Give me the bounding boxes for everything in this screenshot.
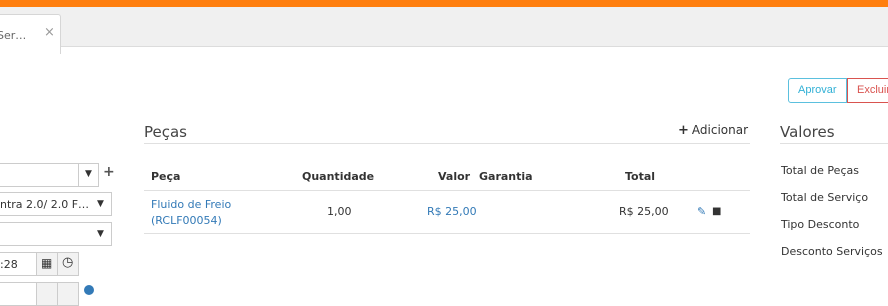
values-title: Valores — [780, 123, 835, 141]
col-part: Peça — [151, 170, 181, 183]
caret-down-icon: ▼ — [97, 199, 104, 209]
part-quantity: 1,00 — [327, 205, 352, 218]
col-warranty: Garantia — [479, 170, 533, 183]
model-select[interactable]: ntra 2.0/ 2.0 F… ▼ — [0, 192, 112, 216]
table-header-divider — [144, 190, 750, 191]
time-input-2[interactable] — [0, 282, 37, 306]
approve-button[interactable]: Aprovar — [788, 78, 847, 103]
col-value: Valor — [438, 170, 471, 183]
tab-label: Ser… — [0, 29, 27, 42]
pencil-icon[interactable]: ✎ — [697, 205, 706, 218]
calendar-button[interactable]: ▦ — [36, 252, 58, 276]
vehicle-select[interactable] — [0, 163, 79, 187]
table-row-divider — [144, 233, 750, 234]
add-vehicle-icon[interactable]: + — [103, 164, 115, 180]
type-select[interactable]: ▼ — [0, 222, 112, 246]
clock-button-2[interactable] — [57, 282, 79, 306]
info-icon[interactable] — [84, 285, 94, 295]
discount-type-label: Tipo Desconto — [781, 218, 860, 231]
col-total: Total — [625, 170, 656, 183]
part-name-link[interactable]: Fluido de Freio (RCLF00054) — [151, 197, 231, 229]
total-parts-label: Total de Peças — [781, 164, 859, 177]
calendar-icon: ▦ — [41, 256, 53, 270]
tab-service[interactable]: Ser… × — [0, 14, 61, 54]
tab-strip: Ser… × — [0, 7, 888, 54]
parts-title-divider — [144, 143, 750, 144]
total-service-label: Total de Serviço — [781, 191, 869, 204]
trash-icon[interactable]: ■ — [712, 206, 721, 217]
time-input[interactable]: :28 — [0, 252, 37, 276]
caret-down-icon: ▼ — [85, 169, 92, 179]
top-accent-bar — [0, 0, 888, 7]
add-part-button[interactable]: + Adicionar — [678, 123, 748, 138]
values-title-divider — [780, 143, 888, 144]
caret-down-icon: ▼ — [97, 229, 104, 239]
clock-button[interactable]: ◷ — [57, 252, 79, 276]
calendar-button-2[interactable] — [36, 282, 58, 306]
part-value-link[interactable]: R$ 25,00 — [427, 205, 477, 218]
clock-icon: ◷ — [62, 255, 74, 270]
col-quantity: Quantidade — [302, 170, 375, 183]
parts-title: Peças — [144, 123, 187, 141]
close-icon[interactable]: × — [44, 25, 55, 40]
part-total: R$ 25,00 — [619, 205, 669, 218]
vehicle-select-toggle[interactable]: ▼ — [78, 163, 99, 187]
plus-icon: + — [678, 123, 689, 138]
delete-button[interactable]: Excluir — [847, 78, 888, 103]
service-discount-label: Desconto Serviços — [781, 245, 883, 258]
